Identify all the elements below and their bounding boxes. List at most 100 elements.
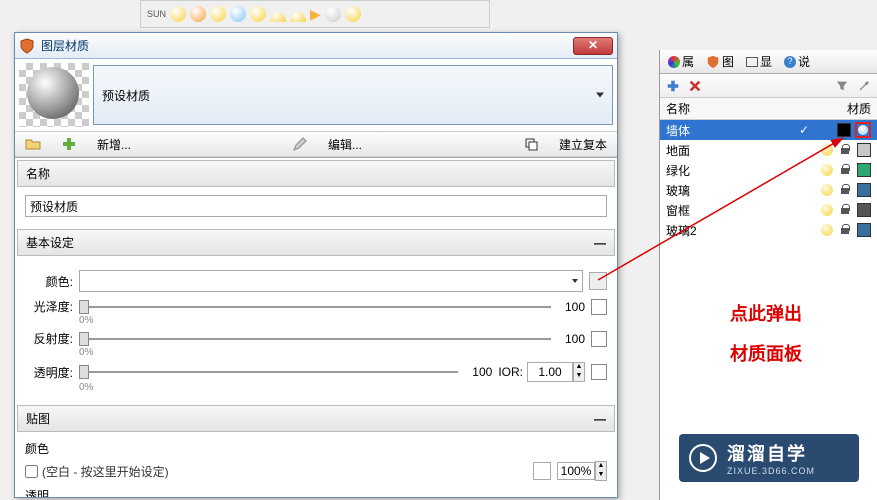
section-name-header[interactable]: 名称 xyxy=(17,160,615,187)
new-button[interactable]: 新增... xyxy=(97,136,131,153)
layer-name: 地面 xyxy=(666,142,821,159)
section-basic-title: 基本设定 xyxy=(26,234,74,251)
layer-list[interactable]: 墙体✓ 地面绿化玻璃窗框玻璃2 xyxy=(660,120,877,240)
duplicate-button[interactable]: 建立复本 xyxy=(559,136,607,153)
pencil-icon[interactable] xyxy=(292,136,308,152)
lock-icon[interactable] xyxy=(839,224,851,236)
lock-icon[interactable] xyxy=(839,144,851,156)
layer-row[interactable]: 玻璃2 xyxy=(660,220,877,240)
gloss-slider[interactable] xyxy=(79,299,551,315)
gloss-swatch[interactable] xyxy=(591,299,607,315)
close-button[interactable]: ✕ xyxy=(573,37,613,55)
copy-icon[interactable] xyxy=(523,136,539,152)
lock-icon[interactable] xyxy=(839,184,851,196)
color-swatch[interactable] xyxy=(837,123,851,137)
layer-name: 玻璃 xyxy=(666,182,821,199)
collapse-icon[interactable]: — xyxy=(594,236,606,250)
material-preset-label: 预设材质 xyxy=(102,87,150,104)
material-preview-swatch[interactable] xyxy=(19,63,89,127)
check-icon: ✓ xyxy=(799,123,809,137)
reflect-label: 反射度: xyxy=(25,330,73,347)
reflect-swatch[interactable] xyxy=(591,331,607,347)
visibility-bulb-icon[interactable] xyxy=(821,184,833,196)
layer-material-dialog: 图层材质 ✕ 预设材质 新增... 编辑... 建立复本 名称 基本设定 — xyxy=(14,32,618,498)
orb-icon[interactable] xyxy=(325,6,341,22)
opacity-swatch[interactable] xyxy=(591,364,607,380)
color-swatch[interactable] xyxy=(857,223,871,237)
color-dropdown[interactable] xyxy=(79,270,583,292)
gloss-max: 100 xyxy=(557,300,585,314)
orb-icon[interactable] xyxy=(210,6,226,22)
map-color-label: 颜色 xyxy=(25,440,607,457)
material-name-input[interactable] xyxy=(25,195,607,217)
color-swatch[interactable] xyxy=(857,183,871,197)
layer-row[interactable]: 绿化 xyxy=(660,160,877,180)
tab-layers[interactable]: 图 xyxy=(702,53,738,70)
map-transparent-label: 透明 xyxy=(25,487,607,497)
layer-name: 墙体 xyxy=(666,122,799,139)
color-swatch[interactable] xyxy=(857,163,871,177)
new-folder-icon[interactable] xyxy=(25,136,41,152)
lock-icon[interactable] xyxy=(839,164,851,176)
ior-input[interactable] xyxy=(527,362,573,382)
map-color-checkbox[interactable] xyxy=(25,465,38,478)
dialog-titlebar[interactable]: 图层材质 ✕ xyxy=(15,33,617,59)
play-icon xyxy=(689,444,717,472)
visibility-bulb-icon[interactable] xyxy=(821,144,833,156)
map-percent-spinner[interactable]: ▲▼ xyxy=(595,461,607,481)
visibility-bulb-icon[interactable] xyxy=(821,224,833,236)
filter-icon[interactable] xyxy=(835,79,849,93)
opacity-max: 100 xyxy=(464,365,492,379)
visibility-bulb-icon[interactable] xyxy=(821,204,833,216)
section-map-header[interactable]: 贴图 — xyxy=(17,405,615,432)
layers-panel: 属 图 显 ?说 名称 材质 墙体✓ 地面绿化玻璃窗框玻璃2 xyxy=(659,50,877,500)
tab-display[interactable]: 显 xyxy=(742,53,776,70)
orb-icon[interactable] xyxy=(250,6,266,22)
layer-row[interactable]: 地面 xyxy=(660,140,877,160)
section-basic-header[interactable]: 基本设定 — xyxy=(17,229,615,256)
map-empty-hint[interactable]: (空白 - 按这里开始设定) xyxy=(42,463,169,480)
reflect-slider[interactable] xyxy=(79,331,551,347)
ior-spinner[interactable]: ▲▼ xyxy=(573,362,585,382)
color-swatch[interactable] xyxy=(857,203,871,217)
layer-name: 绿化 xyxy=(666,162,821,179)
collapse-icon[interactable]: — xyxy=(594,412,606,426)
arrow-icon[interactable]: ▶ xyxy=(310,6,321,23)
layer-row[interactable]: 窗框 xyxy=(660,200,877,220)
orb-icon[interactable] xyxy=(345,6,361,22)
dome-icon[interactable] xyxy=(270,12,286,22)
tab-attributes[interactable]: 属 xyxy=(664,53,698,70)
chevron-down-icon xyxy=(596,93,604,98)
material-preset-dropdown[interactable]: 预设材质 xyxy=(93,65,613,125)
orb-icon[interactable] xyxy=(170,6,186,22)
logo-sub: ZIXUE.3D66.COM xyxy=(727,466,815,476)
edit-button[interactable]: 编辑... xyxy=(328,136,362,153)
visibility-bulb-icon[interactable] xyxy=(821,164,833,176)
settings-wrench-icon[interactable] xyxy=(857,79,871,93)
tab-help[interactable]: ?说 xyxy=(780,53,814,70)
add-icon[interactable] xyxy=(61,136,77,152)
orb-icon[interactable] xyxy=(230,6,246,22)
section-name-title: 名称 xyxy=(26,165,50,182)
opacity-label: 透明度: xyxy=(25,364,73,381)
orb-icon[interactable] xyxy=(190,6,206,22)
material-trigger-button[interactable] xyxy=(855,122,871,138)
lock-icon[interactable] xyxy=(839,204,851,216)
opacity-slider[interactable] xyxy=(79,364,458,380)
col-name: 名称 xyxy=(666,100,847,117)
layer-name: 玻璃2 xyxy=(666,222,821,239)
map-percent-input[interactable] xyxy=(557,462,595,480)
top-toolbar: SUN ▶ xyxy=(140,0,490,28)
link-toggle-icon[interactable] xyxy=(589,272,607,290)
action-toolbar: 新增... 编辑... 建立复本 xyxy=(15,131,617,157)
layer-row[interactable]: 墙体✓ xyxy=(660,120,877,140)
dome-icon[interactable] xyxy=(290,12,306,22)
material-preview-row: 预设材质 xyxy=(15,59,617,131)
layer-list-header: 名称 材质 xyxy=(660,98,877,120)
map-picker-icon[interactable] xyxy=(533,462,551,480)
color-swatch[interactable] xyxy=(857,143,871,157)
delete-layer-icon[interactable] xyxy=(688,79,702,93)
col-material: 材质 xyxy=(847,100,871,117)
layer-row[interactable]: 玻璃 xyxy=(660,180,877,200)
add-layer-icon[interactable] xyxy=(666,79,680,93)
